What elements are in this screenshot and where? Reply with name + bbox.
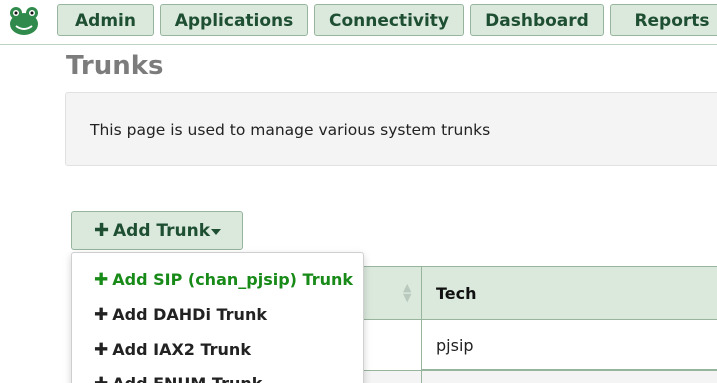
- plus-icon: ✚: [94, 305, 109, 325]
- menu-item-add-iax2-trunk[interactable]: ✚ Add IAX2 Trunk: [94, 340, 251, 360]
- table-cell-tech: pjsip: [436, 336, 474, 355]
- menu-item-label: Add IAX2 Trunk: [112, 340, 251, 359]
- sort-icon[interactable]: ▲ ▼: [403, 282, 411, 303]
- menu-item-add-dahdi-trunk[interactable]: ✚ Add DAHDi Trunk: [94, 305, 267, 325]
- plus-icon: ✚: [94, 270, 109, 290]
- plus-icon: ✚: [94, 340, 109, 360]
- nav-dashboard-button[interactable]: Dashboard: [470, 4, 604, 36]
- add-trunk-menu: ✚ Add SIP (chan_pjsip) Trunk ✚ Add DAHDi T…: [71, 252, 364, 383]
- add-trunk-label: Add Trunk: [113, 221, 211, 241]
- table-header-tech-label: Tech: [436, 284, 477, 303]
- add-trunk-button[interactable]: ✚ Add Trunk: [71, 211, 243, 250]
- frog-logo-icon[interactable]: [3, 4, 45, 38]
- table-column-divider: [421, 370, 422, 383]
- description-panel: This page is used to manage various syst…: [65, 92, 717, 166]
- description-text: This page is used to manage various syst…: [90, 121, 491, 139]
- plus-icon: ✚: [94, 374, 108, 383]
- nav-admin-button[interactable]: Admin: [57, 4, 154, 36]
- menu-item-add-sip-trunk[interactable]: ✚ Add SIP (chan_pjsip) Trunk: [94, 270, 353, 290]
- page-title: Trunks: [66, 51, 164, 81]
- plus-icon: ✚: [94, 220, 110, 241]
- page: Admin Applications Connectivity Dashboar…: [0, 0, 717, 383]
- menu-item-label: Add DAHDi Trunk: [112, 305, 267, 324]
- nav-reports-button[interactable]: Reports: [610, 4, 717, 36]
- menu-item-label: Add SIP (chan_pjsip) Trunk: [112, 270, 354, 289]
- nav-applications-button[interactable]: Applications: [160, 4, 308, 36]
- menu-item-add-enum-trunk[interactable]: ✚ Add ENUM Trunk: [94, 374, 262, 383]
- caret-down-icon: [211, 229, 221, 235]
- nav-connectivity-button[interactable]: Connectivity: [314, 4, 464, 36]
- top-navigation: Admin Applications Connectivity Dashboar…: [0, 0, 717, 45]
- menu-item-label: Add ENUM Trunk: [112, 374, 262, 383]
